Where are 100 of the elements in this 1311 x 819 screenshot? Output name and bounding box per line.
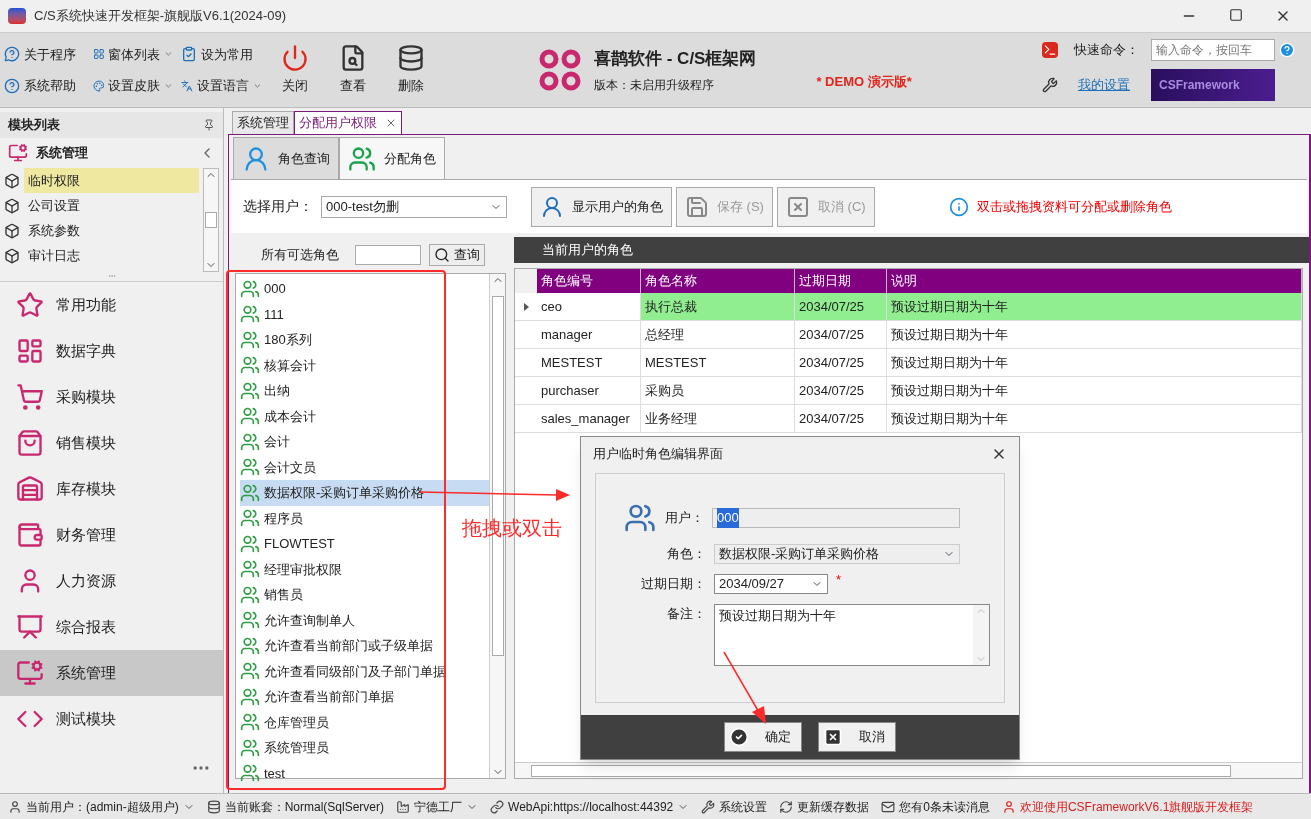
role-list-item[interactable]: 核算会计 [240, 352, 316, 378]
nav-item[interactable]: 测试模块 [0, 696, 223, 742]
role-list-item[interactable]: 会计文员 [240, 454, 316, 480]
role-list-item[interactable]: 销售员 [240, 582, 303, 608]
users-icon [240, 661, 260, 682]
scrollbar[interactable] [973, 605, 989, 665]
role-list-item[interactable]: 允许查看当前部门单据 [240, 684, 394, 710]
role-list-item[interactable]: 允许查询制单人 [240, 607, 355, 633]
note-textarea[interactable]: 预设过期日期为十年 [714, 604, 990, 666]
role-list-item[interactable]: 系统管理员 [240, 735, 329, 761]
nav-item[interactable]: 数据字典 [0, 328, 223, 374]
users-icon [624, 502, 656, 534]
sub-tab[interactable]: 分配角色 [339, 137, 445, 179]
field-label: 用户： [664, 509, 704, 528]
nav-item[interactable]: 库存模块 [0, 466, 223, 512]
users-icon [240, 457, 260, 478]
terminal-icon [1042, 42, 1058, 58]
monitor-icon [16, 659, 44, 687]
my-settings-link[interactable]: 我的设置 [1078, 75, 1130, 95]
ribbon-button[interactable]: 系统帮助 [4, 76, 85, 96]
scrollbar[interactable] [203, 168, 219, 272]
role-list-item[interactable]: 成本会计 [240, 403, 316, 429]
maximize-icon[interactable] [1229, 8, 1243, 22]
date-picker[interactable]: 2034/09/27 [714, 574, 828, 594]
sub-tab[interactable]: 角色查询 [233, 137, 339, 179]
scroll-thumb[interactable] [205, 212, 217, 228]
module-item[interactable]: 临时权限 [24, 168, 199, 193]
table-row[interactable]: sales_manager 业务经理 2034/07/25 预设过期日期为十年 [515, 405, 1302, 433]
scrollbar[interactable] [515, 762, 1302, 778]
roles-label: 所有可选角色 [261, 246, 339, 265]
role-list-item[interactable]: 仓库管理员 [240, 709, 329, 735]
nav-item[interactable]: 人力资源 [0, 558, 223, 604]
palette-icon [92, 77, 105, 94]
status-item[interactable]: 当前用户：(admin-超级用户) [8, 797, 195, 816]
ribbon-button[interactable]: 设为常用 [181, 44, 262, 64]
module-item[interactable]: 公司设置 [24, 193, 199, 218]
role-list-item[interactable]: FLOWTEST [240, 531, 335, 557]
cancel-button[interactable]: 取消 [818, 722, 896, 752]
role-list-item[interactable]: 出纳 [240, 378, 290, 404]
demo-label: * DEMO 演示版* [816, 73, 912, 92]
nav-item[interactable]: 财务管理 [0, 512, 223, 558]
module-item[interactable]: 审计日志 [24, 243, 199, 268]
ribbon-large-button[interactable]: 关闭 [274, 44, 316, 96]
role-list-item[interactable]: 111 [240, 301, 284, 327]
users-icon [240, 763, 260, 784]
command-input[interactable]: 输入命令，按回车 [1151, 39, 1275, 61]
status-item[interactable]: 您有0条未读消息 [881, 797, 990, 816]
help-icon[interactable] [1279, 42, 1295, 58]
nav-item[interactable]: 系统管理 [0, 650, 223, 696]
module-item[interactable]: 系统参数 [24, 218, 199, 243]
role-list-item[interactable]: 经理审批权限 [240, 556, 342, 582]
header-corner [515, 269, 537, 293]
user-field[interactable]: 000 [712, 508, 960, 528]
ribbon-large-button[interactable]: 查看 [332, 44, 374, 96]
ribbon-button[interactable]: 关于程序 [4, 44, 85, 64]
table-row[interactable]: purchaser 采购员 2034/07/25 预设过期日期为十年 [515, 377, 1302, 405]
role-select[interactable]: 数据权限-采购订单采购价格 [714, 544, 960, 564]
search-button[interactable]: 查询 [429, 244, 485, 266]
users-icon [240, 508, 260, 529]
role-list-item[interactable]: 数据权限-采购订单采购价格 [240, 480, 489, 506]
status-item[interactable]: 系统设置 [701, 797, 768, 816]
toolbar-button[interactable]: 显示用户的角色 [531, 186, 672, 227]
status-item[interactable]: 宁德工厂 [396, 797, 479, 816]
role-search-input[interactable] [355, 245, 421, 265]
ribbon-button[interactable]: 窗体列表 [92, 44, 174, 64]
status-item[interactable]: 当前账套：Normal(SqlServer) [206, 797, 385, 816]
table-cell: 总经理 [641, 321, 795, 348]
nav-item[interactable]: 综合报表 [0, 604, 223, 650]
role-list-item[interactable]: 000 [240, 276, 286, 302]
scroll-thumb[interactable] [531, 764, 1231, 777]
nav-item[interactable]: 采购模块 [0, 374, 223, 420]
role-list-item[interactable]: 允许查看当前部门或子级单据 [240, 633, 433, 659]
status-item[interactable]: 更新缓存数据 [779, 797, 870, 816]
close-icon[interactable] [385, 117, 397, 129]
user-select[interactable]: 000-test勿删 [321, 195, 507, 218]
role-list-item[interactable]: test [240, 760, 285, 786]
ribbon-large-button[interactable]: 删除 [390, 44, 432, 96]
table-row[interactable]: manager 总经理 2034/07/25 预设过期日期为十年 [515, 321, 1302, 349]
role-list-item[interactable]: 会计 [240, 429, 290, 455]
pin-icon[interactable] [203, 119, 215, 131]
nav-item[interactable]: 常用功能 [0, 282, 223, 328]
document-tab[interactable]: 系统管理 [232, 111, 294, 134]
ribbon-button[interactable]: 设置语言 [181, 76, 262, 96]
table-cell: 预设过期日期为十年 [887, 405, 1302, 432]
cancel-icon [785, 194, 810, 219]
role-list-item[interactable]: 180系列 [240, 327, 312, 353]
table-cell: 2034/07/25 [795, 349, 887, 376]
role-list-item[interactable]: 程序员 [240, 505, 303, 531]
grid-document-icon [16, 337, 44, 365]
app-logo-icon [8, 8, 26, 24]
table-cell: 2034/07/25 [795, 293, 887, 320]
ribbon-button[interactable]: 设置皮肤 [92, 76, 174, 96]
document-tab[interactable]: 分配用户权限 [294, 111, 402, 134]
nav-item[interactable]: 销售模块 [0, 420, 223, 466]
ok-button[interactable]: 确定 [724, 722, 802, 752]
clipboard-check-icon [181, 46, 198, 63]
status-item[interactable]: 欢迎使用CSFrameworkV6.1旗舰版开发框架 [1001, 797, 1254, 816]
table-row[interactable]: ceo 执行总裁 2034/07/25 预设过期日期为十年 [515, 293, 1302, 321]
table-row[interactable]: MESTEST MESTEST 2034/07/25 预设过期日期为十年 [515, 349, 1302, 377]
status-item[interactable]: WebApi:https://localhost:44392 [490, 797, 690, 816]
